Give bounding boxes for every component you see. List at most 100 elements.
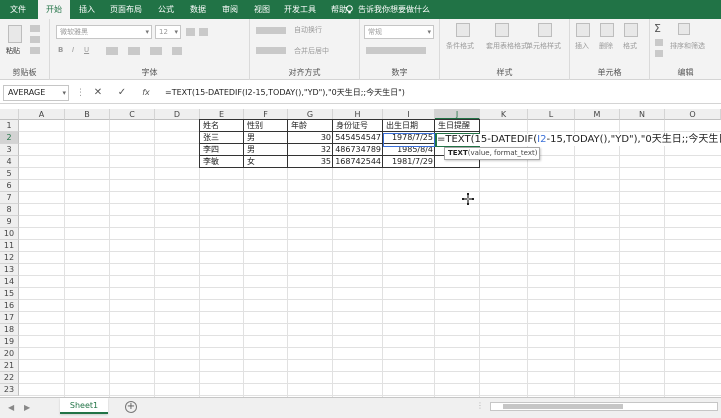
cut-icon[interactable] [30,25,40,32]
insert-cells-button[interactable]: 插入 [575,41,589,51]
sort-filter-button[interactable]: 排序和筛选 [670,41,705,51]
tooltip-function[interactable]: TEXT [448,149,468,157]
divider-handle-icon[interactable]: ⋮ [476,401,484,410]
row-header-22[interactable]: 22 [0,372,19,384]
horizontal-align-icons[interactable] [256,47,286,54]
column-header-n[interactable]: N [620,109,665,120]
cancel-formula-button[interactable]: ✕ [90,85,106,101]
row-header-7[interactable]: 7 [0,192,19,204]
row-header-15[interactable]: 15 [0,288,19,300]
cell-edit-text[interactable]: =TEXT(15-DATEDIF(I2-15,TODAY(),"YD"),"0天… [437,134,721,146]
row-header-3[interactable]: 3 [0,144,19,156]
row-header-1[interactable]: 1 [0,120,19,132]
copy-icon[interactable] [30,36,40,43]
tab-formulas[interactable]: 公式 [152,0,180,19]
paste-icon[interactable] [8,25,22,43]
font-color-icon[interactable] [150,47,162,55]
tab-file[interactable]: 文件 [4,0,32,19]
horizontal-scrollbar[interactable] [490,402,718,411]
table-format-button[interactable]: 套用表格格式 [486,41,528,51]
more-options-icon[interactable]: ⋮ [76,88,85,98]
phonetic-icon[interactable] [172,47,182,55]
bold-icon[interactable]: B [58,46,63,54]
column-header-l[interactable]: L [528,109,575,120]
name-box[interactable]: AVERAGE ▾ [3,85,69,101]
row-header-21[interactable]: 21 [0,360,19,372]
conditional-format-icon[interactable] [456,23,470,37]
column-header-o[interactable]: O [665,109,721,120]
font-size-combo[interactable]: 12 [155,25,181,39]
row-header-23[interactable]: 23 [0,384,19,396]
format-painter-icon[interactable] [30,47,40,54]
cell-style-button[interactable]: 单元格样式 [526,41,561,51]
clear-icon[interactable] [655,50,663,57]
row-header-6[interactable]: 6 [0,180,19,192]
tab-page-layout[interactable]: 页面布局 [104,0,148,19]
row-header-18[interactable]: 18 [0,324,19,336]
format-cells-icon[interactable] [624,23,638,37]
group-clipboard: 粘贴 剪贴板 [0,19,50,80]
wrap-text-button[interactable]: 自动换行 [294,25,322,35]
paste-label[interactable]: 粘贴 [6,46,20,56]
vertical-align-icons[interactable] [256,27,286,34]
scroll-thumb[interactable] [503,404,623,409]
enter-formula-button[interactable]: ✓ [114,85,130,101]
delete-cells-icon[interactable] [600,23,614,37]
table-format-icon[interactable] [495,23,509,37]
tab-developer[interactable]: 开发工具 [280,0,320,19]
insert-cells-icon[interactable] [576,23,590,37]
row-header-11[interactable]: 11 [0,240,19,252]
row-header-10[interactable]: 10 [0,228,19,240]
select-all-corner[interactable] [0,109,19,120]
fill-color-icon[interactable] [128,47,140,55]
column-header-d[interactable]: D [155,109,200,120]
shrink-font-icon[interactable] [199,28,208,36]
row-header-20[interactable]: 20 [0,348,19,360]
row-header-14[interactable]: 14 [0,276,19,288]
column-header-a[interactable]: A [19,109,65,120]
cell-style-icon[interactable] [538,23,552,37]
number-format-combo[interactable]: 常规 [364,25,434,39]
column-header-c[interactable]: C [110,109,155,120]
conditional-format-button[interactable]: 条件格式 [446,41,474,51]
chevron-down-icon[interactable]: ▾ [62,86,66,100]
prev-sheet-icon[interactable]: ◀ [8,403,14,412]
italic-icon[interactable]: I [72,46,74,54]
merge-center-button[interactable]: 合并后居中 [294,46,329,56]
underline-icon[interactable]: U [84,46,89,54]
sheet-tab-sheet1[interactable]: Sheet1 [60,398,108,414]
formula-input[interactable]: =TEXT(15-DATEDIF(I2-15,TODAY(),"YD"),"0天… [165,85,405,101]
tab-insert[interactable]: 插入 [74,0,100,19]
sort-filter-icon[interactable] [678,23,690,35]
row-header-17[interactable]: 17 [0,312,19,324]
tab-view[interactable]: 视图 [248,0,276,19]
row-header-5[interactable]: 5 [0,168,19,180]
format-cells-button[interactable]: 格式 [623,41,637,51]
next-sheet-icon[interactable]: ▶ [24,403,30,412]
row-header-4[interactable]: 4 [0,156,19,168]
tab-home[interactable]: 开始 [38,0,70,19]
grow-font-icon[interactable] [186,28,195,36]
row-gridline [19,287,721,288]
row-header-9[interactable]: 9 [0,216,19,228]
insert-function-button[interactable]: fx [138,85,154,101]
add-sheet-button[interactable]: + [125,401,137,413]
row-header-8[interactable]: 8 [0,204,19,216]
row-header-13[interactable]: 13 [0,264,19,276]
row-header-2[interactable]: 2 [0,132,19,144]
autosum-icon[interactable]: Σ [654,22,661,35]
font-name-combo[interactable]: 微软雅黑 [56,25,152,39]
delete-cells-button[interactable]: 删除 [599,41,613,51]
row-header-19[interactable]: 19 [0,336,19,348]
fill-icon[interactable] [655,39,663,46]
tab-data[interactable]: 数据 [184,0,212,19]
tell-me-box[interactable]: 告诉我你想要做什么 [346,0,430,19]
column-header-m[interactable]: M [575,109,620,120]
number-format-icons[interactable] [366,47,426,54]
row-header-16[interactable]: 16 [0,300,19,312]
border-icon[interactable] [106,47,118,55]
column-header-b[interactable]: B [65,109,110,120]
column-header-k[interactable]: K [480,109,528,120]
tab-review[interactable]: 审阅 [216,0,244,19]
row-header-12[interactable]: 12 [0,252,19,264]
